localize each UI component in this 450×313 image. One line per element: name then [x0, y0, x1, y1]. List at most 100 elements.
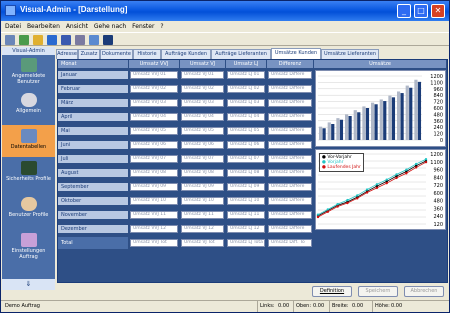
help-icon[interactable]: [89, 35, 99, 45]
refresh-icon[interactable]: [47, 35, 57, 45]
sidebar-item-sicherheits-profile[interactable]: Sicherheits Profile: [2, 161, 55, 182]
table-cell[interactable]: Umsatz LJ 10: [227, 197, 265, 205]
tick-label: 960: [433, 87, 443, 93]
minimize-button[interactable]: _: [397, 4, 411, 18]
table-cell[interactable]: Umsatz LJ 08: [227, 169, 265, 177]
table-cell[interactable]: Umsatz Differe: [268, 99, 312, 107]
table-cell[interactable]: Umsatz VVJ 10: [130, 197, 178, 205]
table-cell[interactable]: Umsatz VJ 09: [181, 183, 224, 191]
table-cell[interactable]: Umsatz Differe: [268, 141, 312, 149]
table-cell[interactable]: Umsatz Differe: [268, 127, 312, 135]
maximize-button[interactable]: □: [414, 4, 428, 18]
table-cell[interactable]: Umsatz VJ 06: [181, 141, 224, 149]
table-cell[interactable]: Umsatz Differe: [268, 113, 312, 121]
table-cell[interactable]: Umsatz Differe: [268, 211, 312, 219]
table-cell[interactable]: Umsatz VVJ 07: [130, 155, 178, 163]
grid-icon[interactable]: [75, 35, 85, 45]
table-cell[interactable]: Umsatz LJ 05: [227, 127, 265, 135]
table-cell[interactable]: Umsatz LJ 09: [227, 183, 265, 191]
table-cell[interactable]: Umsatz Differe: [268, 85, 312, 93]
bar: [400, 93, 404, 140]
total-differenz[interactable]: Umsatz Diff. To: [268, 239, 312, 247]
line-chart: 1200 1100 960 840 720 600 480 360 240 120 ● Vor-V…: [315, 149, 446, 230]
tab-dokumente[interactable]: Dokumente: [100, 49, 133, 59]
menu-datei[interactable]: Datei: [5, 21, 21, 32]
table-cell[interactable]: Umsatz Differe: [268, 169, 312, 177]
table-cell[interactable]: Umsatz LJ 06: [227, 141, 265, 149]
tab-umsaetze-kunden[interactable]: Umsätze Kunden: [271, 48, 321, 59]
table-cell[interactable]: Umsatz VVJ 08: [130, 169, 178, 177]
close-button[interactable]: ✕: [431, 4, 445, 18]
bar: [362, 106, 366, 140]
table-cell[interactable]: Umsatz VJ 04: [181, 113, 224, 121]
tick-label: 360: [433, 119, 443, 125]
table-cell[interactable]: Umsatz Differe: [268, 197, 312, 205]
sidebar-item-allgemein[interactable]: Allgemein: [2, 93, 55, 114]
table-cell[interactable]: Umsatz LJ 01: [227, 71, 265, 79]
sidebar-scroll-button[interactable]: ⇓: [2, 279, 55, 290]
total-umsatz-vvj[interactable]: Umsatz VVJ Tot: [130, 239, 178, 247]
total-umsatz-lj[interactable]: Umsatz LJ Tota: [227, 239, 265, 247]
sidebar-item-datentabellen[interactable]: Datentabellen: [2, 125, 55, 157]
tab-historie[interactable]: Historie: [133, 49, 161, 59]
save-button[interactable]: Speichern: [358, 286, 398, 297]
table-cell[interactable]: Umsatz LJ 11: [227, 211, 265, 219]
tick-label: 1200: [430, 74, 443, 80]
month-label: September: [58, 183, 128, 192]
menu-gehe-nach[interactable]: Gehe nach: [94, 21, 126, 32]
table-cell[interactable]: Umsatz LJ 02: [227, 85, 265, 93]
table-cell[interactable]: Umsatz LJ 12: [227, 225, 265, 233]
table-cell[interactable]: Umsatz VVJ 06: [130, 141, 178, 149]
settings-icon[interactable]: [61, 35, 71, 45]
users-icon[interactable]: [19, 35, 29, 45]
menu-bearbeiten[interactable]: Bearbeiten: [27, 21, 60, 32]
table-cell[interactable]: Umsatz VJ 05: [181, 127, 224, 135]
tick-label: 120: [433, 132, 443, 138]
tab-auftraege-kunden[interactable]: Aufträge Kunden: [161, 49, 211, 59]
print-icon[interactable]: [5, 35, 15, 45]
table-cell[interactable]: Umsatz VJ 10: [181, 197, 224, 205]
table-cell[interactable]: Umsatz VJ 11: [181, 211, 224, 219]
month-label: August: [58, 169, 128, 178]
title-bar[interactable]: Visual-Admin - [Darstellung] _ □ ✕: [1, 1, 449, 21]
definition-button[interactable]: Definition: [312, 286, 352, 297]
table-cell[interactable]: Umsatz VVJ 03: [130, 99, 178, 107]
table-cell[interactable]: Umsatz VJ 07: [181, 155, 224, 163]
table-cell[interactable]: Umsatz VVJ 01: [130, 71, 178, 79]
sidebar-item-einstellungen-auftrag[interactable]: Einstellungen Auftrag: [2, 233, 55, 260]
tab-zusatz[interactable]: Zusatz: [78, 49, 100, 59]
table-cell[interactable]: Umsatz LJ 04: [227, 113, 265, 121]
table-cell[interactable]: Umsatz LJ 07: [227, 155, 265, 163]
table-cell[interactable]: Umsatz VVJ 11: [130, 211, 178, 219]
table-cell[interactable]: Umsatz Differe: [268, 183, 312, 191]
tab-umsaetze-lieferanten[interactable]: Umsätze Lieferanten: [321, 49, 379, 59]
menu-help[interactable]: ?: [160, 21, 163, 32]
total-umsatz-vj[interactable]: Umsatz VJ Tot: [181, 239, 224, 247]
table-cell[interactable]: Umsatz Differe: [268, 71, 312, 79]
folder-icon[interactable]: [33, 35, 43, 45]
table-cell[interactable]: Umsatz VVJ 09: [130, 183, 178, 191]
table-cell[interactable]: Umsatz VJ 12: [181, 225, 224, 233]
sidebar-item-benutzer-profile[interactable]: Benutzer Profile: [2, 197, 55, 218]
bar: [388, 95, 392, 140]
cancel-button[interactable]: Abbrechen: [404, 286, 444, 297]
table-cell[interactable]: Umsatz Differe: [268, 225, 312, 233]
menu-ansicht[interactable]: Ansicht: [66, 21, 88, 32]
sidebar-item-angemeldete-benutzer[interactable]: Angemeldete Benutzer: [2, 58, 55, 85]
table-cell[interactable]: Umsatz VVJ 05: [130, 127, 178, 135]
table-cell[interactable]: Umsatz Differe: [268, 155, 312, 163]
exit-icon[interactable]: [103, 35, 113, 45]
data-point: [375, 183, 379, 186]
table-cell[interactable]: Umsatz VJ 01: [181, 71, 224, 79]
menu-fenster[interactable]: Fenster: [132, 21, 154, 32]
table-cell[interactable]: Umsatz VJ 03: [181, 99, 224, 107]
table-cell[interactable]: Umsatz VVJ 02: [130, 85, 178, 93]
table-cell[interactable]: Umsatz VJ 02: [181, 85, 224, 93]
legend-label: Laufendes Jahr: [327, 165, 361, 170]
table-cell[interactable]: Umsatz VVJ 12: [130, 225, 178, 233]
table-cell[interactable]: Umsatz LJ 03: [227, 99, 265, 107]
tab-adresse[interactable]: Adresse: [56, 49, 78, 59]
table-cell[interactable]: Umsatz VJ 08: [181, 169, 224, 177]
tab-auftraege-lieferanten[interactable]: Aufträge Lieferanten: [211, 49, 271, 59]
table-cell[interactable]: Umsatz VVJ 04: [130, 113, 178, 121]
